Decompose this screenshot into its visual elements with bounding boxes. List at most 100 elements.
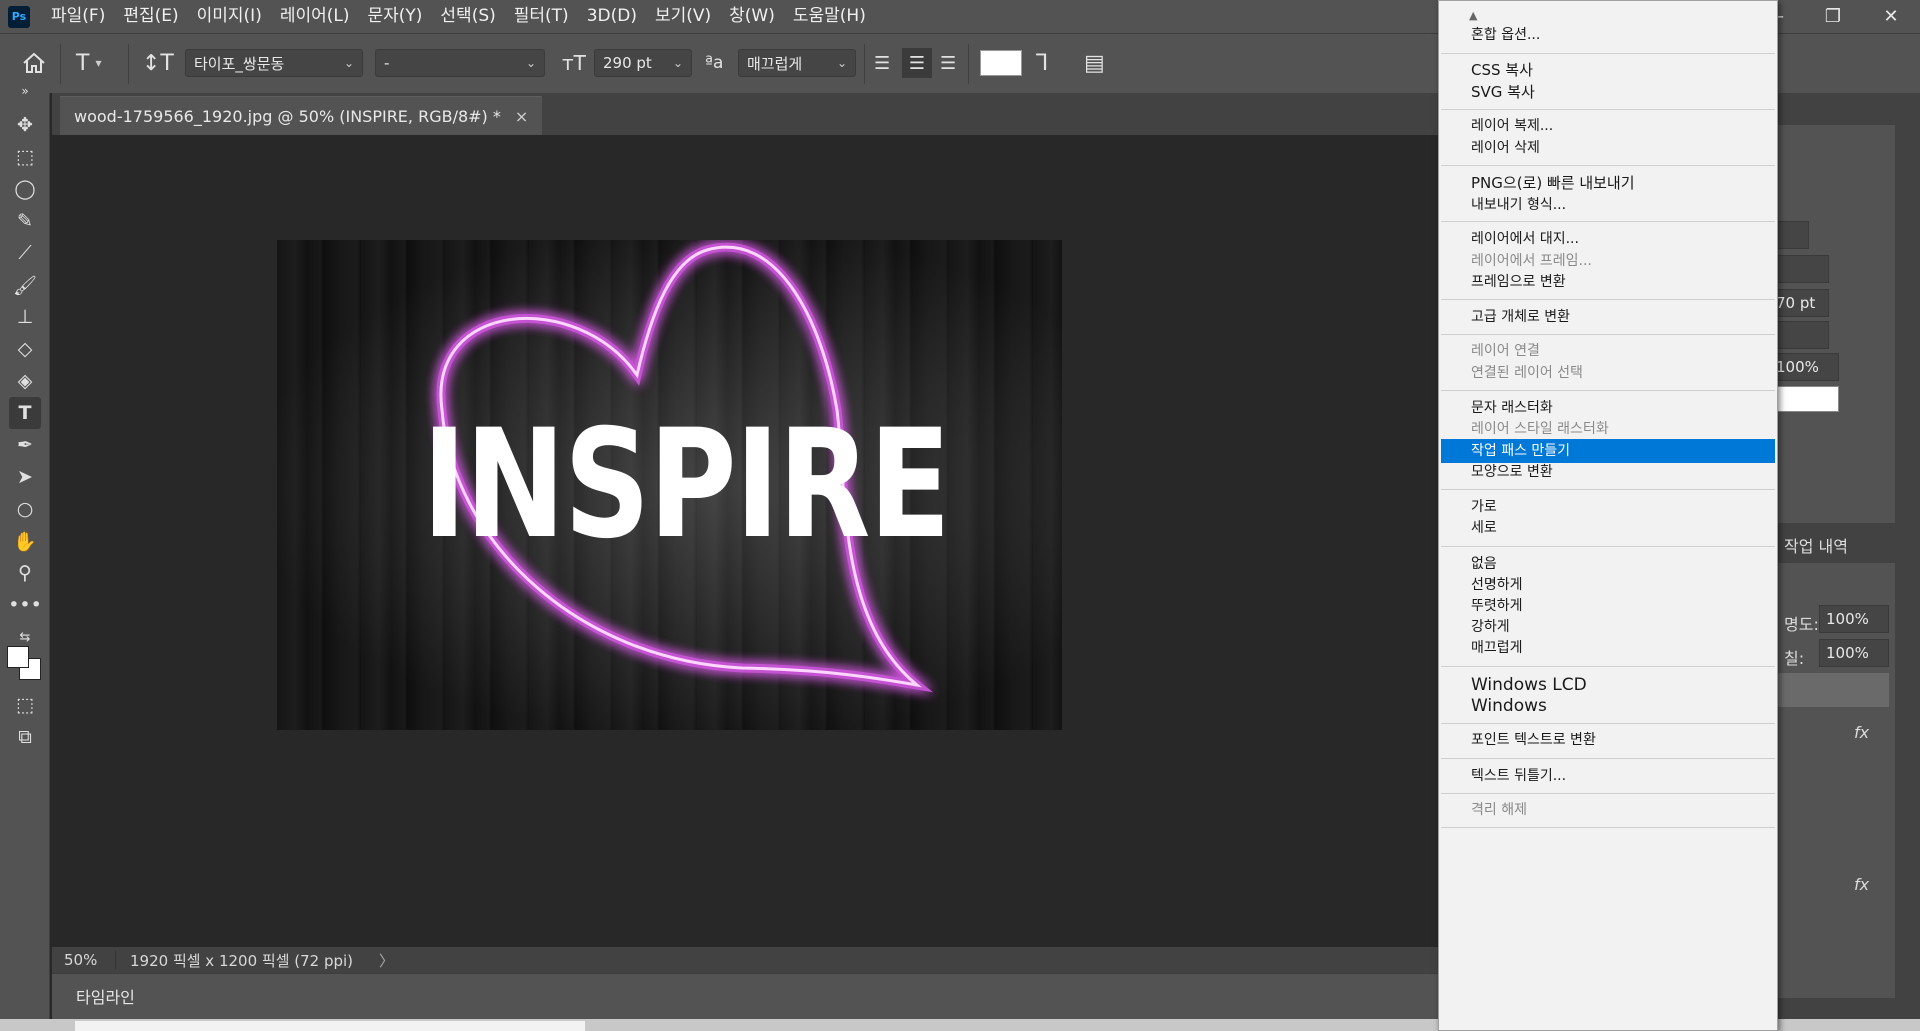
type-tool-icon[interactable]: T xyxy=(9,397,41,429)
menu-artboard-from-layers[interactable]: 레이어에서 대지... xyxy=(1441,227,1775,251)
menu-delete-layer[interactable]: 레이어 삭제 xyxy=(1441,136,1775,160)
expand-panel-icon[interactable]: » xyxy=(9,81,41,101)
close-tab-icon[interactable]: × xyxy=(515,107,528,126)
menu-link-layers: 레이어 연결 xyxy=(1471,343,1540,359)
scale-field[interactable]: 100% xyxy=(1769,353,1839,381)
font-size-field[interactable]: 290 pt ⌄ xyxy=(594,49,692,77)
menu-vertical[interactable]: 세로 xyxy=(1441,516,1775,540)
timeline-tab[interactable]: 타임라인 xyxy=(76,988,135,1007)
menu-3d[interactable]: 3D(D) xyxy=(578,0,646,33)
document-tab[interactable]: wood-1759566_1920.jpg @ 50% (INSPIRE, RG… xyxy=(60,96,543,135)
menu-quick-export-png[interactable]: PNG으(로) 빠른 내보내기 xyxy=(1441,171,1775,195)
menu-type[interactable]: 문자(Y) xyxy=(358,0,431,33)
zoom-tool-icon[interactable]: ⚲ xyxy=(9,557,41,589)
photoshop-logo: Ps xyxy=(8,5,30,28)
menu-copy-css[interactable]: CSS 복사 xyxy=(1441,58,1775,82)
align-center-icon[interactable]: ☰ xyxy=(902,48,932,78)
menu-warp-text[interactable]: 텍스트 뒤틀기... xyxy=(1441,764,1775,788)
menu-edit[interactable]: 편집(E) xyxy=(114,0,187,33)
quick-select-tool-icon[interactable]: ✎ xyxy=(9,205,41,237)
text-color-swatch[interactable] xyxy=(980,50,1022,76)
menu-view[interactable]: 보기(V) xyxy=(646,0,720,33)
fill-field[interactable]: 100% xyxy=(1819,639,1889,667)
leading-field[interactable] xyxy=(1769,321,1829,349)
home-icon[interactable] xyxy=(22,48,46,78)
font-family-value: 타이포_쌍문동 xyxy=(194,54,285,73)
fill-label: 칠: xyxy=(1784,649,1805,668)
eraser-tool-icon[interactable]: ◇ xyxy=(9,333,41,365)
status-arrow-icon[interactable]: 〉 xyxy=(379,950,394,971)
fill-value: 100% xyxy=(1826,644,1869,662)
close-window-icon[interactable]: ✕ xyxy=(1862,0,1920,33)
document-dimensions: 1920 픽셀 x 1200 픽셀 (72 ppi) xyxy=(130,951,354,970)
path-select-tool-icon[interactable]: ➤ xyxy=(9,461,41,493)
move-tool-icon[interactable]: ✥ xyxy=(9,109,41,141)
warp-text-icon[interactable]: Ꞁ xyxy=(1036,48,1048,78)
timeline-panel: 타임라인 xyxy=(52,973,1438,1019)
quick-mask-icon[interactable]: ⬚ xyxy=(9,689,41,721)
color-field[interactable] xyxy=(1769,386,1839,412)
eyedropper-tool-icon[interactable]: ⟋ xyxy=(9,237,41,269)
toggle-text-orientation-icon[interactable]: ↕T xyxy=(142,48,174,78)
brush-tool-icon[interactable]: 🖌 xyxy=(9,269,41,301)
layer-context-menu: ▲ 혼합 옵션... CSS 복사 SVG 복사 레이어 복제... 레이어 삭… xyxy=(1438,0,1778,1031)
align-left-icon[interactable]: ☰ xyxy=(874,48,890,78)
fx-icon[interactable]: fx xyxy=(1854,723,1869,742)
opacity-value: 100% xyxy=(1826,610,1869,628)
history-tab[interactable]: 작업 내역 xyxy=(1784,533,1848,557)
menu-file[interactable]: 파일(F) xyxy=(42,0,114,33)
menu-filter[interactable]: 필터(T) xyxy=(505,0,578,33)
align-right-icon[interactable]: ☰ xyxy=(940,48,956,78)
marquee-tool-icon[interactable]: ⬚ xyxy=(9,141,41,173)
menu-image[interactable]: 이미지(I) xyxy=(188,0,271,33)
opacity-field[interactable]: 100% xyxy=(1819,605,1889,633)
font-style-select[interactable]: - ⌄ xyxy=(375,49,545,77)
menu-convert-to-smart-object[interactable]: 고급 개체로 변환 xyxy=(1441,305,1775,329)
menu-release-isolation: 격리 해제 xyxy=(1471,802,1527,818)
font-family-select[interactable]: 타이포_쌍문동 ⌄ xyxy=(185,49,363,77)
menu-layer[interactable]: 레이어(L) xyxy=(271,0,359,33)
menu-convert-to-frame[interactable]: 프레임으로 변환 xyxy=(1441,270,1775,294)
menu-aa-smooth[interactable]: 매끄럽게 xyxy=(1441,636,1775,660)
menu-windows[interactable]: Windows xyxy=(1441,694,1775,718)
fx-icon[interactable]: fx xyxy=(1854,875,1869,894)
more-tools-icon[interactable]: ••• xyxy=(8,589,42,621)
stamp-tool-icon[interactable]: ⊥ xyxy=(9,301,41,333)
menu-copy-svg[interactable]: SVG 복사 xyxy=(1441,80,1775,104)
anti-alias-select[interactable]: 매끄럽게 ⌄ xyxy=(738,49,856,77)
menu-duplicate-layer[interactable]: 레이어 복제... xyxy=(1441,114,1775,138)
menu-rasterize-layer-style: 레이어 스타일 래스터화 xyxy=(1471,421,1609,437)
menu-help[interactable]: 도움말(H) xyxy=(784,0,875,33)
menu-convert-to-point-text[interactable]: 포인트 텍스트로 변환 xyxy=(1441,728,1775,752)
foreground-color-swatch[interactable] xyxy=(7,646,29,668)
ellipse-tool-icon[interactable]: ○ xyxy=(9,493,41,525)
font-size-icon: ᴛT xyxy=(562,51,586,75)
size-value: 70 pt xyxy=(1776,294,1816,312)
inspire-text-layer[interactable]: INSPIRE xyxy=(422,400,951,570)
menu-select[interactable]: 선택(S) xyxy=(431,0,504,33)
lasso-tool-icon[interactable]: ◯ xyxy=(9,173,41,205)
canvas-area[interactable]: INSPIRE xyxy=(52,135,1438,947)
character-panel-icon[interactable]: ▤ xyxy=(1084,48,1105,78)
font-size-value: 290 pt xyxy=(603,54,652,72)
size-field[interactable]: 70 pt xyxy=(1769,289,1829,317)
restore-icon[interactable]: ❐ xyxy=(1804,0,1862,33)
menu-select-linked-layers: 연결된 레이어 선택 xyxy=(1471,365,1583,381)
scroll-up-icon[interactable]: ▲ xyxy=(1469,9,1477,22)
selected-layer-row[interactable] xyxy=(1769,673,1889,707)
menu-convert-to-shape[interactable]: 모양으로 변환 xyxy=(1441,460,1775,484)
screen-mode-icon[interactable]: ⧉ xyxy=(9,721,41,753)
properties-field[interactable] xyxy=(1769,255,1829,283)
menu-window[interactable]: 창(W) xyxy=(720,0,784,33)
hand-tool-icon[interactable]: ✋ xyxy=(9,525,41,557)
menu-blending-options[interactable]: 혼합 옵션... xyxy=(1441,23,1775,47)
paint-bucket-tool-icon[interactable]: ◈ xyxy=(9,365,41,397)
zoom-level[interactable]: 50% xyxy=(52,951,116,969)
document-canvas[interactable]: INSPIRE xyxy=(277,240,1062,730)
chevron-down-icon: ⌄ xyxy=(836,56,847,70)
tools-panel: » ✥ ⬚ ◯ ✎ ⟋ 🖌 ⊥ ◇ ◈ T ✒ ➤ ○ ✋ ⚲ ••• ⇆ ⬚ … xyxy=(0,84,50,1031)
pen-tool-icon[interactable]: ✒ xyxy=(9,429,41,461)
menu-export-as[interactable]: 내보내기 형식... xyxy=(1441,193,1775,217)
type-tool-preset-icon[interactable]: T ▾ xyxy=(76,48,101,78)
anti-alias-icon: ªa xyxy=(705,53,724,73)
